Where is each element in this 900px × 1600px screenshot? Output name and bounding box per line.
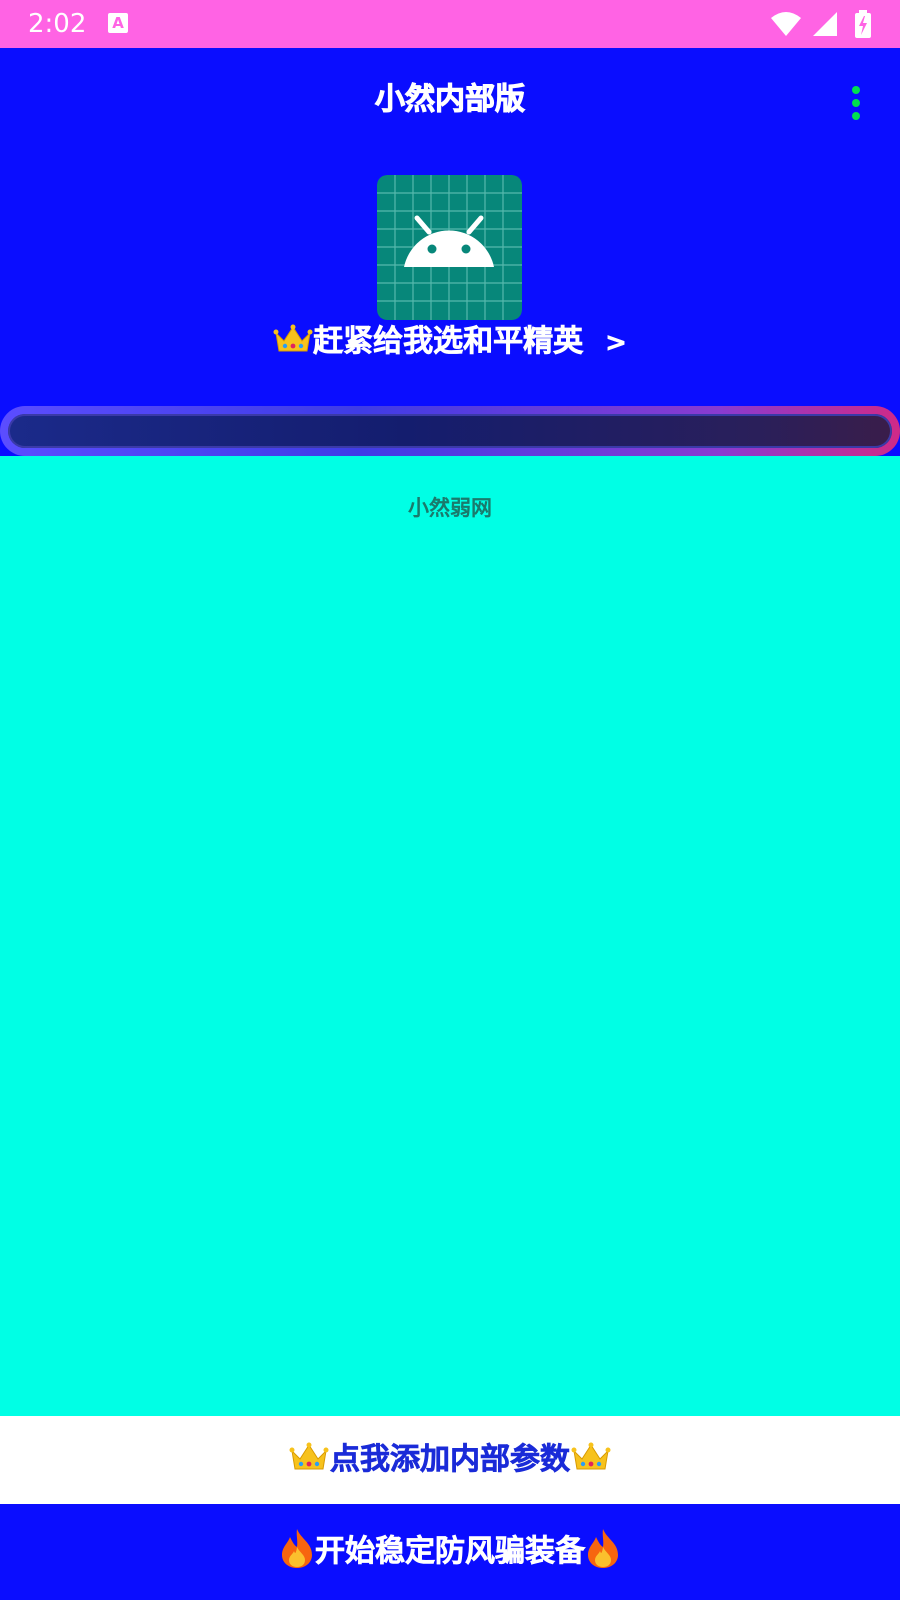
flame-icon (282, 1529, 312, 1568)
signal-icon (812, 12, 837, 36)
promo-text: 赶紧给我选和平精英 (313, 324, 584, 360)
android-icon (377, 175, 522, 320)
status-icons (770, 10, 872, 38)
status-bar: 2:02 A (0, 0, 900, 48)
add-params-button[interactable]: 点我添加内部参数 (0, 1416, 900, 1504)
add-params-label: 点我添加内部参数 (330, 1442, 571, 1478)
header: 小然内部版 赶紧给我选和平精英 > (0, 48, 900, 456)
progress-track (0, 406, 900, 456)
more-vert-icon[interactable] (846, 86, 866, 120)
battery-charging-icon (855, 10, 871, 38)
chevron-right-icon: > (605, 328, 627, 359)
flame-icon (588, 1529, 618, 1568)
promo-link[interactable]: 赶紧给我选和平精英 > (0, 320, 900, 365)
app-title: 小然内部版 (375, 82, 526, 118)
crown-icon (289, 1442, 329, 1470)
crown-icon (273, 324, 313, 352)
a-icon: A (108, 13, 128, 33)
progress-bar (8, 414, 892, 448)
content-area: 小然弱网 (0, 456, 900, 1416)
status-time: 2:02 (28, 9, 87, 39)
weak-net-label: 小然弱网 (408, 496, 492, 520)
crown-icon (571, 1442, 611, 1470)
start-label: 开始稳定防风骗装备 (315, 1534, 586, 1570)
start-button[interactable]: 开始稳定防风骗装备 (0, 1504, 900, 1600)
wifi-icon (770, 12, 801, 36)
